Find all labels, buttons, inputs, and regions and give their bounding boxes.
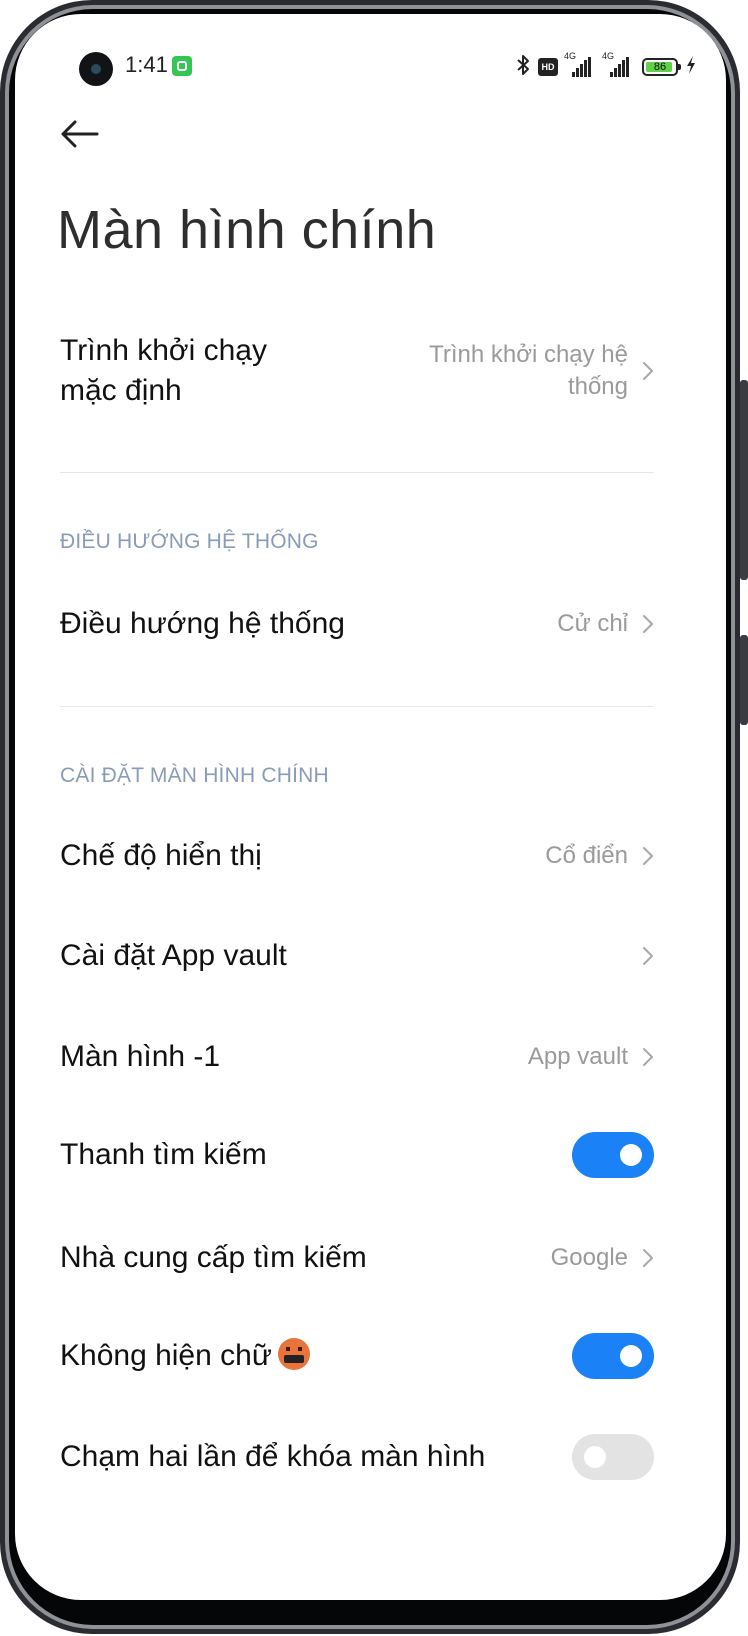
row-app-vault-settings[interactable]: Cài đặt App vault	[60, 934, 654, 978]
chevron-right-icon	[643, 947, 653, 965]
power-button	[740, 635, 748, 725]
back-arrow-icon[interactable]	[57, 114, 101, 154]
row-display-mode[interactable]: Chế độ hiển thị Cổ điển	[60, 834, 654, 878]
signal-icon: 4G	[602, 51, 634, 77]
charging-bolt-icon	[686, 56, 696, 78]
double-tap-lock-toggle[interactable]	[572, 1434, 654, 1480]
chevron-right-icon	[643, 847, 653, 865]
search-bar-toggle[interactable]	[572, 1132, 654, 1178]
row-label: Nhà cung cấp tìm kiếm	[60, 1241, 367, 1274]
row-value: Trình khởi chạy hệ thống	[429, 341, 628, 400]
row-label: Điều hướng hệ thống	[60, 607, 345, 640]
row-hide-labels: Không hiện chữ	[60, 1333, 654, 1379]
row-label: Màn hình -1	[60, 1040, 221, 1073]
row-screen-minus-one[interactable]: Màn hình -1 App vault	[60, 1035, 654, 1079]
chevron-right-icon	[643, 1249, 653, 1267]
status-time: 1:41	[125, 52, 168, 77]
row-label: Cài đặt App vault	[60, 939, 287, 972]
row-label: Chạm hai lần để khóa màn hình	[60, 1440, 486, 1473]
row-double-tap-lock: Chạm hai lần để khóa màn hình	[60, 1434, 654, 1480]
row-system-navigation[interactable]: Điều hướng hệ thống Cử chỉ	[60, 602, 654, 646]
chevron-right-icon	[643, 1048, 653, 1066]
hd-icon: HD	[538, 58, 558, 76]
volume-button	[740, 380, 748, 580]
section-header-home-settings: CÀI ĐẶT MÀN HÌNH CHÍNH	[60, 764, 329, 787]
chevron-right-icon	[643, 362, 653, 380]
row-search-provider[interactable]: Nhà cung cấp tìm kiếm Google	[60, 1236, 654, 1280]
row-label: Thanh tìm kiếm	[60, 1138, 267, 1171]
row-value: Google	[550, 1244, 628, 1271]
chevron-right-icon	[643, 615, 653, 633]
row-label: Chế độ hiển thị	[60, 839, 262, 872]
row-default-launcher[interactable]: Trình khởi chạy mặc định Trình khởi chạy…	[60, 326, 654, 416]
notification-app-icon	[172, 56, 192, 76]
row-label: Không hiện chữ	[60, 1336, 310, 1376]
row-value: Cổ điển	[545, 842, 628, 869]
battery-icon: 86	[642, 58, 681, 76]
angry-face-icon	[277, 1338, 310, 1370]
screen: 1:41 HD 4G 4G 86 Màn hình chính Trình kh…	[15, 14, 726, 1600]
hide-labels-toggle[interactable]	[572, 1333, 654, 1379]
row-value: App vault	[527, 1043, 628, 1070]
page-title: Màn hình chính	[57, 200, 437, 260]
row-search-bar: Thanh tìm kiếm	[60, 1132, 654, 1178]
signal-icon: 4G	[564, 51, 596, 77]
status-icons: HD 4G 4G 86	[516, 51, 696, 81]
row-label: Trình khởi chạy mặc định	[60, 334, 267, 407]
divider	[60, 472, 654, 473]
camera-cutout	[79, 52, 113, 86]
section-header-navigation: ĐIỀU HƯỚNG HỆ THỐNG	[60, 530, 319, 553]
bluetooth-icon	[516, 54, 530, 81]
divider	[60, 706, 654, 707]
row-value: Cử chỉ	[557, 610, 628, 637]
